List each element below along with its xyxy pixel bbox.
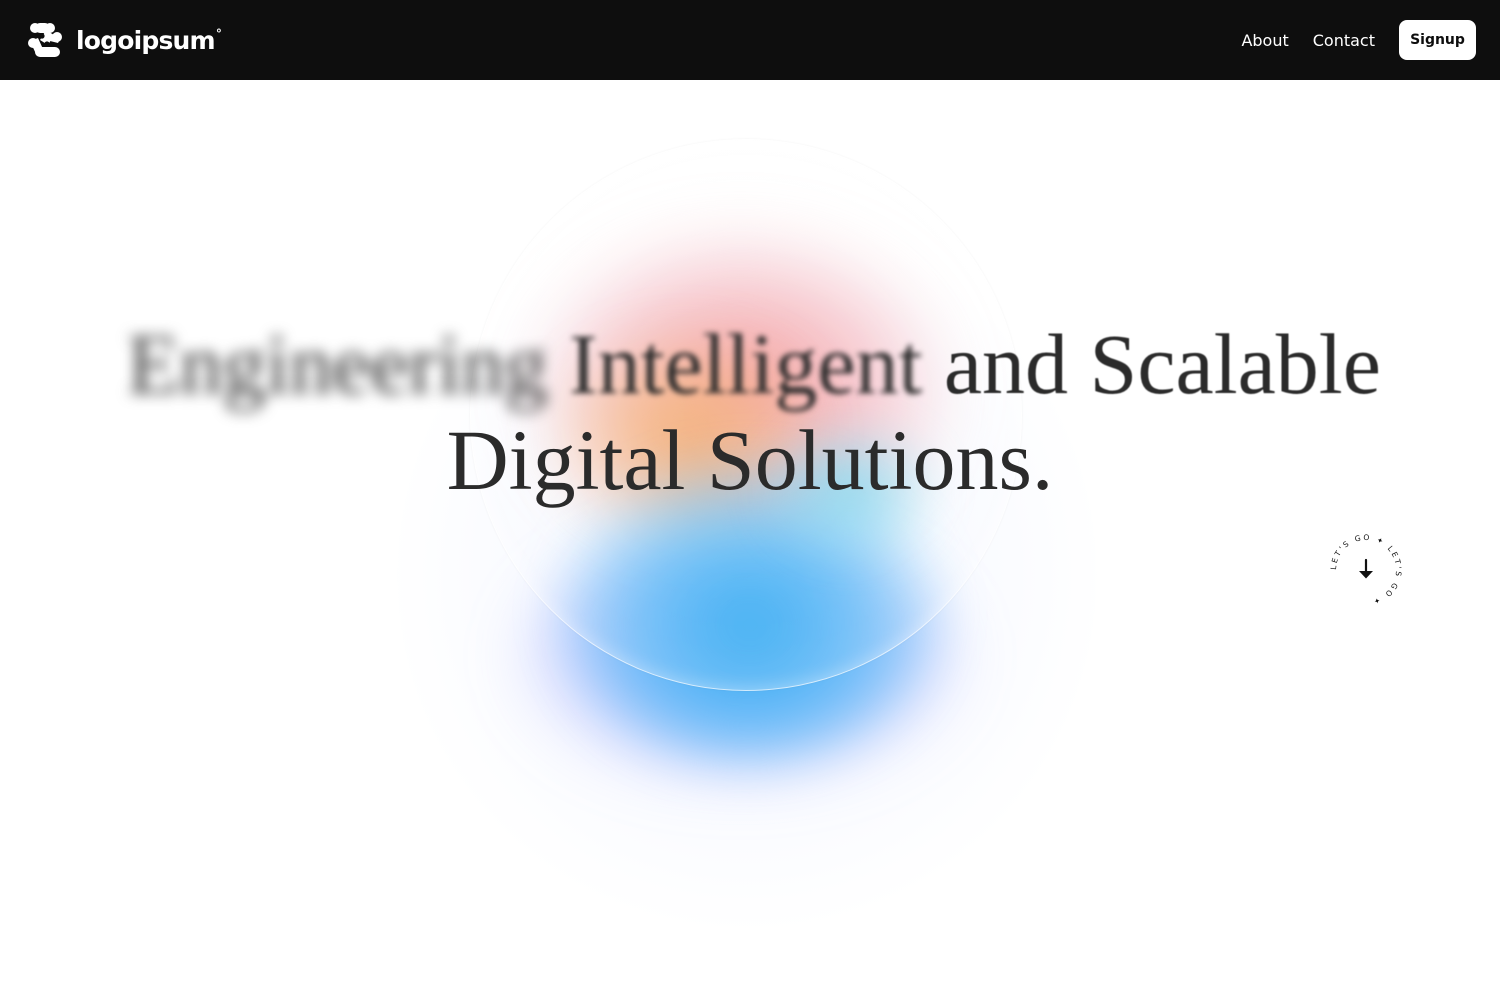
scroll-down-badge[interactable]: LET'S GO ✦ LET'S GO ✦: [1326, 530, 1406, 610]
hero-headline: Engineering Intelligent and Scalable Dig…: [0, 316, 1500, 508]
nav-menu: About Contact Signup: [1241, 20, 1476, 60]
scroll-badge-graphic: LET'S GO ✦ LET'S GO ✦: [1329, 533, 1403, 607]
nav-link-contact[interactable]: Contact: [1313, 31, 1375, 50]
headline-line-1: Engineering Intelligent and Scalable: [0, 316, 1500, 412]
top-navbar: logoipsum° About Contact Signup: [0, 0, 1500, 80]
nav-link-about[interactable]: About: [1241, 31, 1288, 50]
landing-page: logoipsum° About Contact Signup Engineer…: [0, 0, 1500, 1000]
logo-mark-icon: [28, 23, 62, 57]
headline-line-2: Digital Solutions.: [446, 412, 1054, 508]
brand-name: logoipsum°: [76, 25, 222, 55]
headline-word-intelligent: Intelligent: [568, 316, 923, 412]
headline-word-engineering: Engineering: [127, 316, 548, 412]
signup-button[interactable]: Signup: [1399, 20, 1476, 60]
hero-section: Engineering Intelligent and Scalable Dig…: [0, 80, 1500, 1000]
headline-words-and-scalable: and Scalable: [943, 316, 1381, 412]
brand-logo-link[interactable]: logoipsum°: [26, 21, 222, 59]
